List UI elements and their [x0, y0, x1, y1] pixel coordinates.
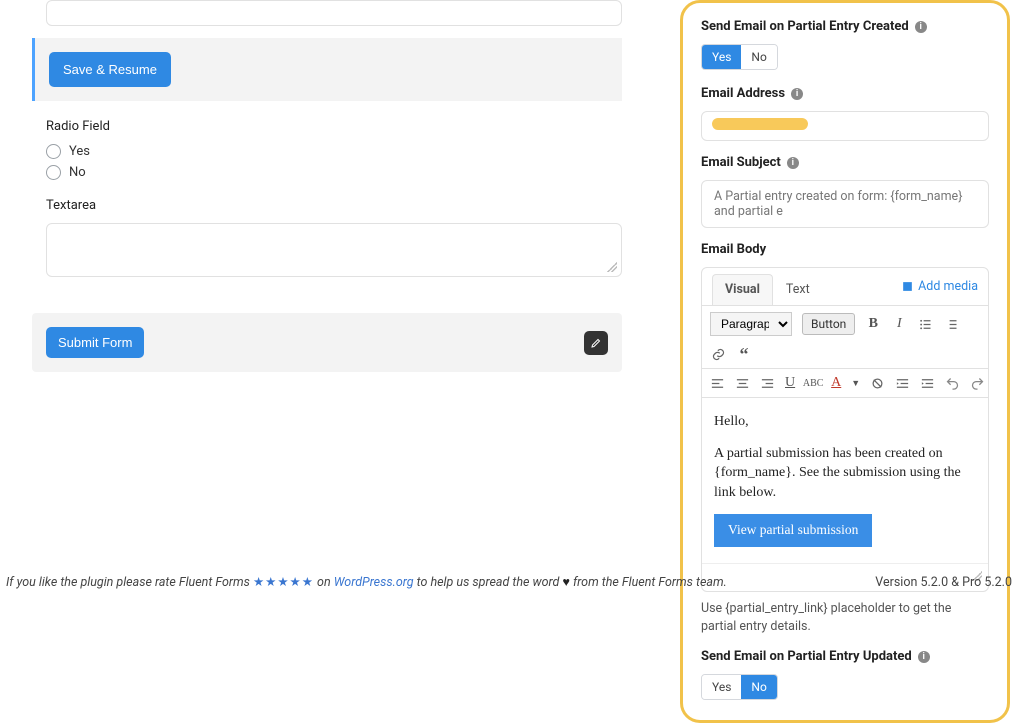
number-list-icon[interactable] [943, 316, 959, 332]
info-icon[interactable]: i [787, 157, 799, 169]
body-greeting: Hello, [714, 412, 976, 432]
toggle-yes[interactable]: Yes [702, 675, 741, 699]
radio-option-yes[interactable]: Yes [46, 144, 622, 159]
media-icon [901, 280, 914, 293]
undo-icon[interactable] [945, 375, 960, 391]
toggle-created[interactable]: Yes No [701, 44, 778, 70]
link-icon[interactable] [710, 346, 726, 362]
placeholder-hint: Use {partial_entry_link} placeholder to … [701, 600, 989, 635]
toggle-updated[interactable]: Yes No [701, 674, 778, 700]
radio-icon [46, 165, 61, 180]
editor-toolbar-1: Paragraph Button B I “ [702, 306, 988, 369]
setting-heading-subject: Email Subject i [701, 155, 989, 170]
star-rating-icon[interactable]: ★★★★★ [253, 575, 314, 590]
footer-post: to help us spread the word [417, 575, 563, 590]
radio-option-label: No [69, 165, 86, 180]
save-resume-bar: Save & Resume [32, 38, 622, 101]
bullet-list-icon[interactable] [917, 316, 933, 332]
align-center-icon[interactable] [735, 375, 750, 391]
email-subject-input[interactable]: A Partial entry created on form: {form_n… [701, 180, 989, 228]
toggle-no[interactable]: No [741, 675, 776, 699]
version-label: Version 5.2.0 & Pro 5.2.0 [875, 575, 1012, 590]
editor-body[interactable]: Hello, A partial submission has been cre… [702, 398, 988, 563]
body-line: A partial submission has been created on… [714, 444, 976, 503]
radio-icon [46, 144, 61, 159]
view-submission-button[interactable]: View partial submission [714, 514, 872, 547]
add-media-button[interactable]: Add media [901, 279, 978, 300]
submit-bar: Submit Form [32, 313, 622, 372]
info-icon[interactable]: i [915, 21, 927, 33]
redacted-email-icon [712, 118, 808, 130]
textarea-label: Textarea [46, 198, 622, 213]
footer-pre: If you like the plugin please rate Fluen… [6, 575, 253, 590]
tab-text[interactable]: Text [773, 274, 823, 305]
bold-icon[interactable]: B [865, 316, 881, 332]
setting-heading-updated: Send Email on Partial Entry Updated i [701, 649, 989, 664]
italic-icon[interactable]: I [891, 316, 907, 332]
radio-option-label: Yes [69, 144, 90, 159]
textarea-input[interactable] [46, 223, 622, 277]
block-format-select[interactable]: Paragraph [710, 312, 792, 336]
text-color-dropdown-icon[interactable]: ▼ [851, 375, 860, 391]
abc-strike-icon[interactable]: ABC [805, 375, 821, 391]
rich-editor: Visual Text Add media Paragraph Button B… [701, 267, 989, 592]
prev-field-box [46, 0, 622, 26]
footer-on: on [317, 575, 334, 590]
radio-option-no[interactable]: No [46, 165, 622, 180]
clear-format-icon[interactable] [870, 375, 885, 391]
edit-button[interactable] [584, 331, 608, 355]
email-address-input[interactable] [701, 111, 989, 141]
save-resume-button[interactable]: Save & Resume [49, 52, 171, 87]
info-icon[interactable]: i [918, 651, 930, 663]
plugin-footer: If you like the plugin please rate Fluen… [6, 574, 1012, 590]
radio-field-label: Radio Field [46, 119, 622, 134]
setting-heading-body: Email Body [701, 242, 989, 257]
wordpress-link[interactable]: WordPress.org [334, 575, 414, 590]
heart-icon: ♥ [562, 575, 569, 590]
indent-icon[interactable] [920, 375, 935, 391]
tab-visual[interactable]: Visual [712, 274, 773, 305]
toggle-no[interactable]: No [741, 45, 776, 69]
quote-icon[interactable]: “ [736, 346, 752, 362]
setting-heading-email: Email Address i [701, 86, 989, 101]
align-left-icon[interactable] [710, 375, 725, 391]
email-settings-card: Send Email on Partial Entry Created i Ye… [680, 0, 1010, 723]
redo-icon[interactable] [970, 375, 985, 391]
toggle-yes[interactable]: Yes [702, 45, 741, 69]
editor-toolbar-2: U ABC A ▼ [702, 369, 988, 398]
footer-tail: from the Fluent Forms team. [573, 575, 727, 590]
submit-button[interactable]: Submit Form [46, 327, 144, 358]
insert-button-button[interactable]: Button [802, 313, 855, 335]
outdent-icon[interactable] [895, 375, 910, 391]
info-icon[interactable]: i [791, 88, 803, 100]
setting-heading-created: Send Email on Partial Entry Created i [701, 19, 989, 34]
pencil-icon [590, 337, 602, 349]
text-color-icon[interactable]: A [831, 375, 841, 391]
underline-icon[interactable]: U [785, 375, 795, 391]
align-right-icon[interactable] [760, 375, 775, 391]
